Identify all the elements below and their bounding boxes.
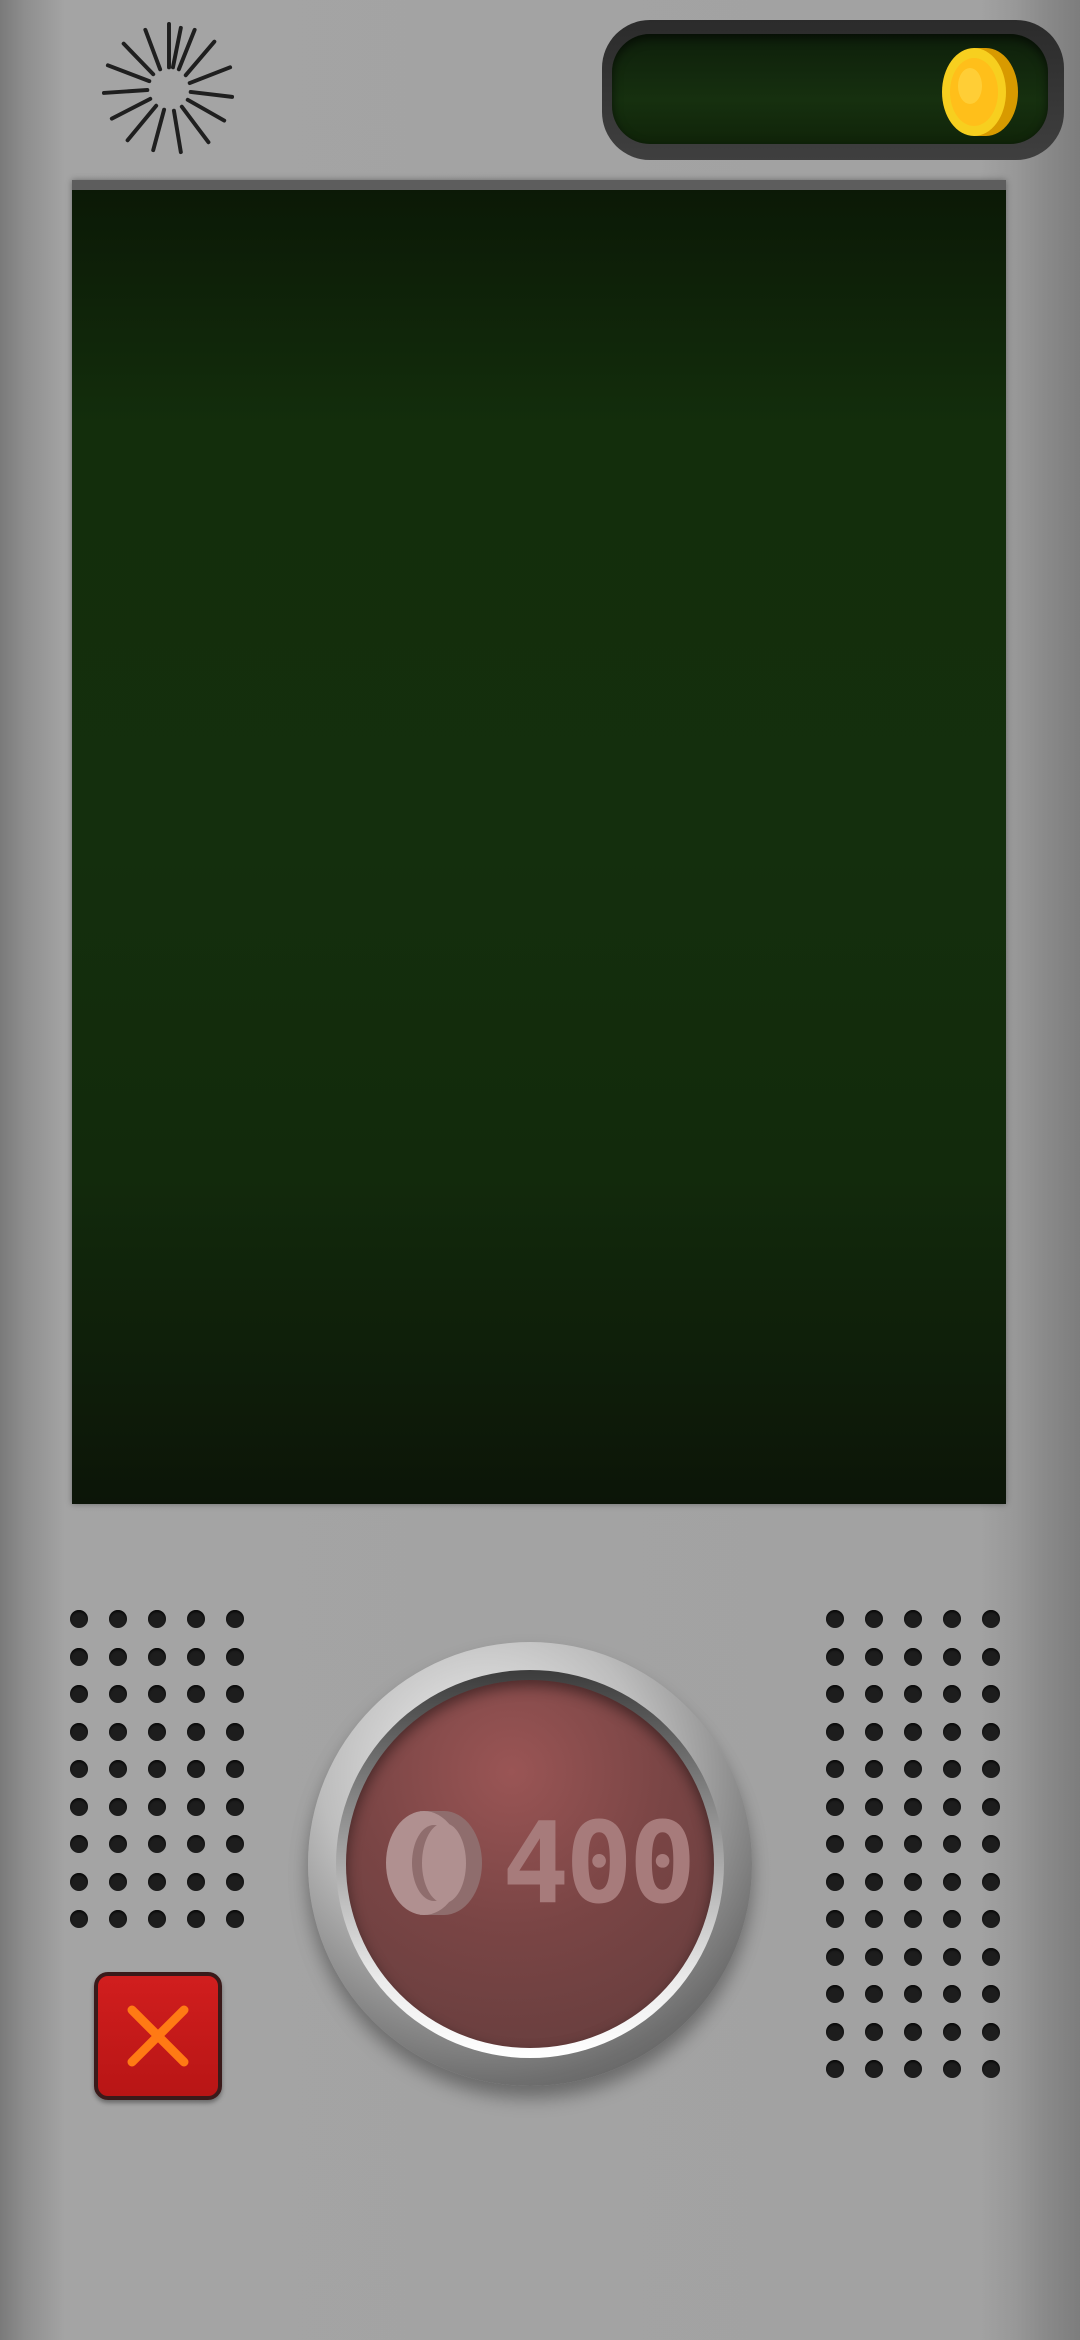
close-x-icon [127, 2005, 189, 2067]
spin-button[interactable]: 400 [308, 1642, 752, 2086]
left-speaker-grille [70, 1610, 244, 1928]
coin-balance-panel [612, 34, 1048, 144]
spin-button-face: 400 [346, 1680, 714, 2048]
coin-icon [386, 1811, 482, 1915]
right-speaker-grille [826, 1610, 1000, 2078]
sunburst-icon [101, 21, 235, 155]
spin-button-ring: 400 [336, 1670, 724, 2058]
gold-coin-icon [942, 48, 1018, 136]
game-device: 400 [0, 0, 1080, 2340]
spin-price-label: 400 [502, 1799, 696, 1929]
game-screen [72, 180, 1006, 1504]
close-button[interactable] [94, 1972, 222, 2100]
coin-balance-display [602, 20, 1064, 160]
